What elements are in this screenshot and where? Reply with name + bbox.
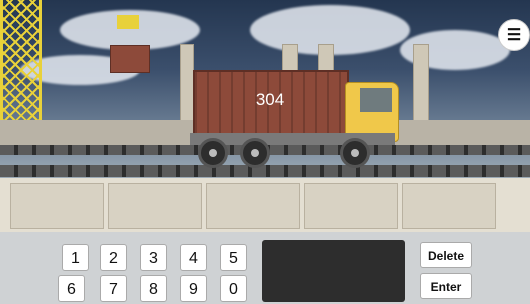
key-2[interactable]: 2 (100, 244, 127, 271)
key-6[interactable]: 6 (58, 275, 85, 302)
wall-panel (108, 183, 202, 229)
key-4[interactable]: 4 (180, 244, 207, 271)
truck-wheel (340, 138, 370, 168)
wall-panel (304, 183, 398, 229)
truck-wheel (198, 138, 228, 168)
truck-wheel (240, 138, 270, 168)
pillar (318, 44, 334, 72)
key-7[interactable]: 7 (100, 275, 127, 302)
gantry-crane (0, 0, 42, 130)
key-0[interactable]: 0 (220, 275, 247, 302)
pillar (282, 44, 298, 72)
container-number: 304 (255, 90, 285, 109)
pillar (180, 44, 194, 126)
crane-spreader (117, 15, 139, 29)
input-display (262, 240, 405, 302)
key-9[interactable]: 9 (180, 275, 207, 302)
key-8[interactable]: 8 (140, 275, 167, 302)
wall-panel (206, 183, 300, 229)
key-3[interactable]: 3 (140, 244, 167, 271)
key-5[interactable]: 5 (220, 244, 247, 271)
wall-panel (402, 183, 496, 229)
wall-panel (10, 183, 104, 229)
delete-button[interactable]: Delete (420, 242, 472, 268)
enter-button[interactable]: Enter (420, 273, 472, 299)
truck-window (360, 88, 392, 112)
hanging-container (110, 45, 150, 73)
menu-button[interactable]: ☰ (498, 19, 530, 51)
rail-track (0, 165, 530, 177)
game-scene: 304 ☰ (0, 0, 530, 232)
list-menu-icon: ☰ (506, 27, 522, 44)
key-1[interactable]: 1 (62, 244, 89, 271)
